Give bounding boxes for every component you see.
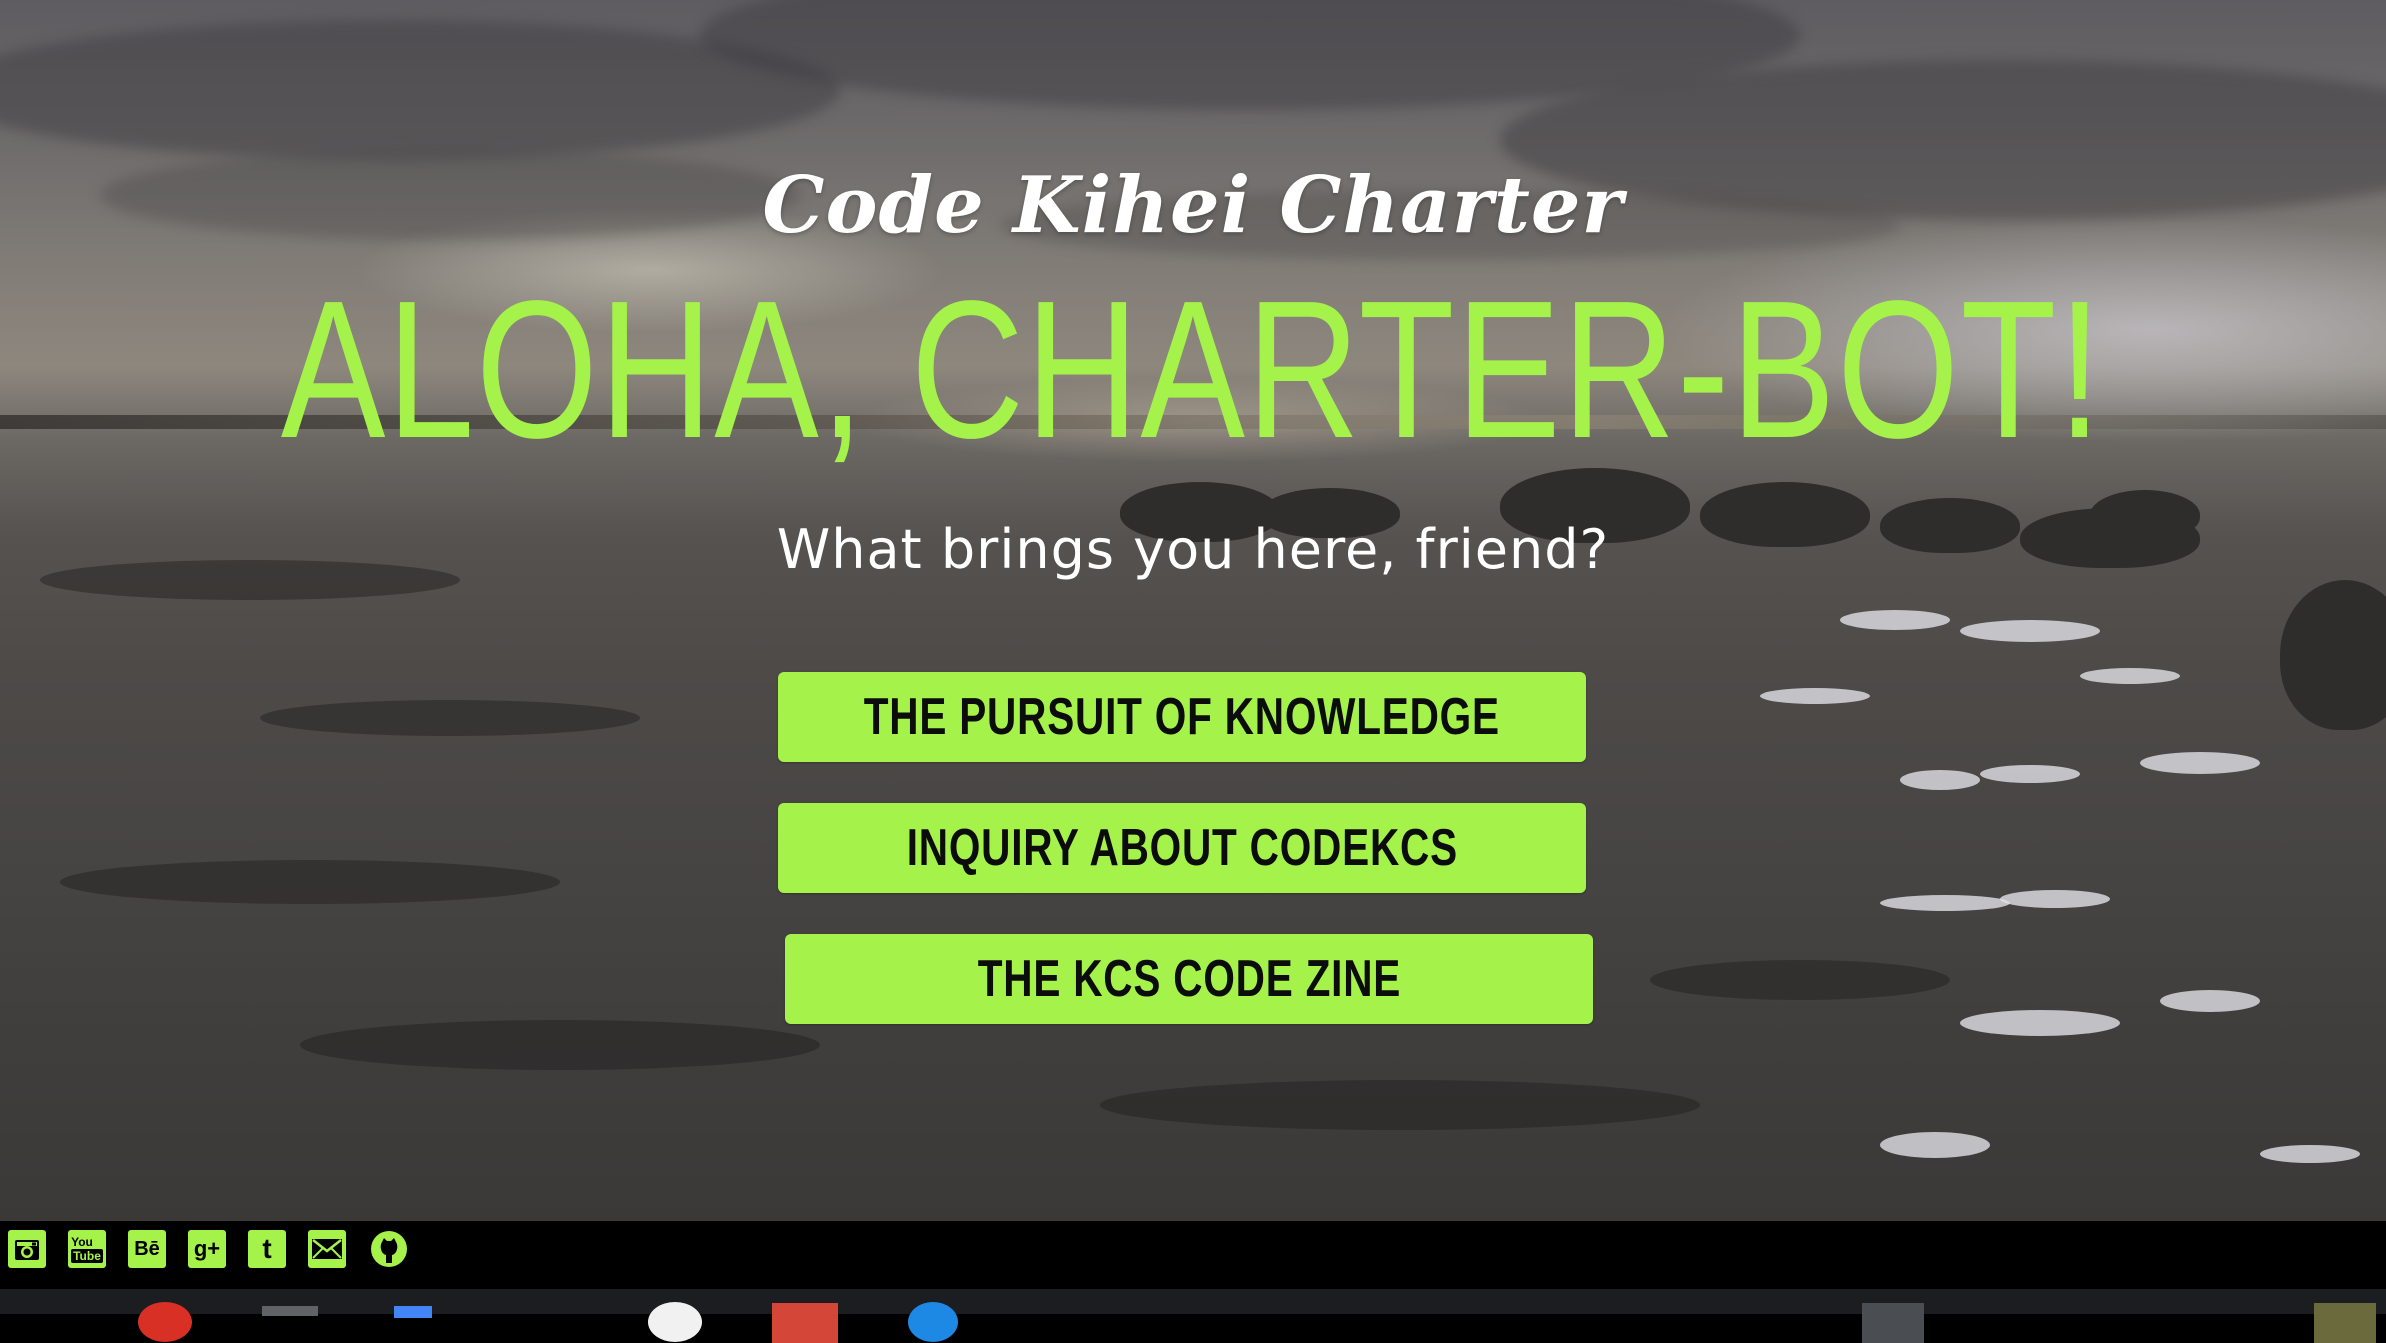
youtube-glyph-word: Tube: [71, 1249, 103, 1263]
files-icon[interactable]: [262, 1306, 318, 1316]
behance-glyph: Bē: [134, 1237, 160, 1260]
youtube-icon[interactable]: You Tube: [68, 1230, 106, 1268]
tumblr-icon[interactable]: t: [248, 1230, 286, 1268]
behance-icon[interactable]: Bē: [128, 1230, 166, 1268]
github-icon[interactable]: [370, 1230, 408, 1268]
page-title: ALOHA, CHARTER-BOT!: [280, 260, 2104, 479]
google-plus-icon[interactable]: g+: [188, 1230, 226, 1268]
button-label: THE PURSUIT OF KNOWLEDGE: [863, 688, 1501, 746]
site-name: Code Kihei Charter: [762, 160, 1624, 251]
app-circle-icon[interactable]: [648, 1302, 702, 1342]
social-bar: [0, 1221, 2386, 1289]
avatar-icon[interactable]: [2314, 1303, 2376, 1343]
button-label: THE KCS CODE ZINE: [977, 950, 1401, 1008]
google-plus-glyph: g+: [193, 1236, 221, 1261]
docs-icon[interactable]: [394, 1306, 432, 1318]
email-icon[interactable]: [308, 1230, 346, 1268]
button-label: INQUIRY ABOUT CODEKCS: [906, 819, 1458, 877]
kcs-code-zine-button[interactable]: THE KCS CODE ZINE: [785, 934, 1593, 1024]
window-icon[interactable]: [1862, 1303, 1924, 1343]
page-subtitle: What brings you here, friend?: [776, 518, 1610, 581]
inquiry-about-codekcs-button[interactable]: INQUIRY ABOUT CODEKCS: [778, 803, 1586, 893]
hero-section: Code Kihei Charter ALOHA, CHARTER-BOT! W…: [0, 0, 2386, 1221]
youtube-glyph: You Tube: [71, 1235, 103, 1263]
gmail-icon[interactable]: [772, 1303, 838, 1343]
tumblr-glyph: t: [262, 1233, 272, 1264]
os-taskbar: [0, 1289, 2386, 1314]
app-blue-icon[interactable]: [908, 1302, 958, 1342]
youtube-glyph-word: You: [71, 1235, 93, 1249]
instagram-icon[interactable]: [8, 1230, 46, 1268]
pursuit-of-knowledge-button[interactable]: THE PURSUIT OF KNOWLEDGE: [778, 672, 1586, 762]
chrome-icon[interactable]: [138, 1302, 192, 1342]
